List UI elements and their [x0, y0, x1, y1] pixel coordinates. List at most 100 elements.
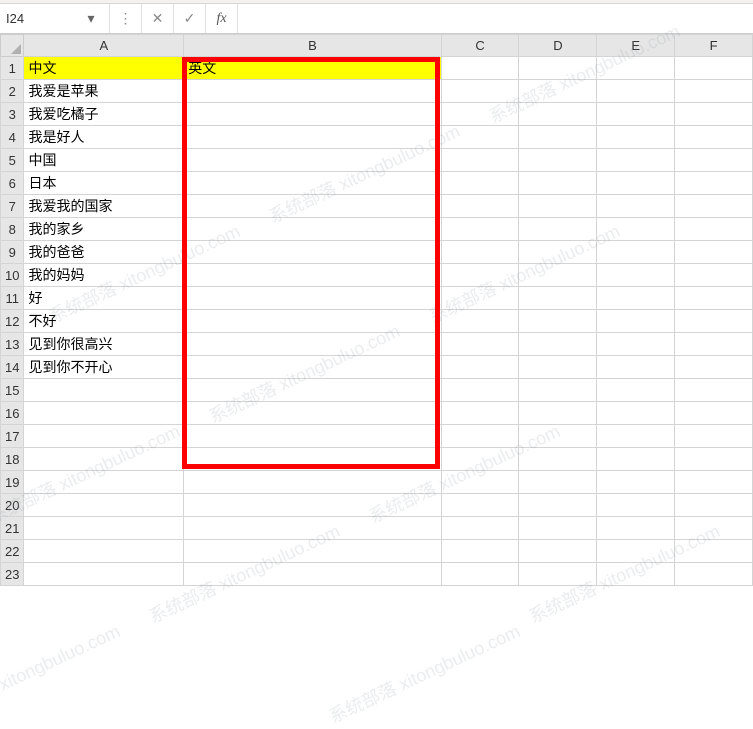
row-header-22[interactable]: 22 — [1, 540, 24, 563]
cell-A12[interactable]: 不好 — [24, 310, 184, 333]
cell-D2[interactable] — [519, 80, 597, 103]
spreadsheet-grid[interactable]: ABCDEF 1中文英文2我爱是苹果3我爱吃橘子4我是好人5中国6日本7我爱我的… — [0, 34, 753, 586]
cell-F15[interactable] — [675, 379, 753, 402]
cell-C17[interactable] — [441, 425, 519, 448]
cell-B11[interactable] — [184, 287, 441, 310]
column-header-C[interactable]: C — [441, 35, 519, 57]
cell-B3[interactable] — [184, 103, 441, 126]
cell-D7[interactable] — [519, 195, 597, 218]
cell-D9[interactable] — [519, 241, 597, 264]
cell-B8[interactable] — [184, 218, 441, 241]
row-header-14[interactable]: 14 — [1, 356, 24, 379]
cell-D23[interactable] — [519, 563, 597, 586]
cell-C11[interactable] — [441, 287, 519, 310]
cell-F6[interactable] — [675, 172, 753, 195]
cell-A15[interactable] — [24, 379, 184, 402]
row-header-7[interactable]: 7 — [1, 195, 24, 218]
cell-B22[interactable] — [184, 540, 441, 563]
cell-C3[interactable] — [441, 103, 519, 126]
cell-A16[interactable] — [24, 402, 184, 425]
row-header-19[interactable]: 19 — [1, 471, 24, 494]
cell-C7[interactable] — [441, 195, 519, 218]
cell-C6[interactable] — [441, 172, 519, 195]
cell-E6[interactable] — [597, 172, 675, 195]
cell-B12[interactable] — [184, 310, 441, 333]
cell-D11[interactable] — [519, 287, 597, 310]
cell-A22[interactable] — [24, 540, 184, 563]
cell-E17[interactable] — [597, 425, 675, 448]
cell-F14[interactable] — [675, 356, 753, 379]
cell-E7[interactable] — [597, 195, 675, 218]
cell-F3[interactable] — [675, 103, 753, 126]
name-box-input[interactable] — [6, 11, 84, 26]
cell-E12[interactable] — [597, 310, 675, 333]
cell-A20[interactable] — [24, 494, 184, 517]
cell-E21[interactable] — [597, 517, 675, 540]
cell-D21[interactable] — [519, 517, 597, 540]
cell-D18[interactable] — [519, 448, 597, 471]
cell-B21[interactable] — [184, 517, 441, 540]
column-header-E[interactable]: E — [597, 35, 675, 57]
cell-D3[interactable] — [519, 103, 597, 126]
cell-A13[interactable]: 见到你很高兴 — [24, 333, 184, 356]
cell-A4[interactable]: 我是好人 — [24, 126, 184, 149]
cell-D12[interactable] — [519, 310, 597, 333]
cell-B19[interactable] — [184, 471, 441, 494]
cell-A2[interactable]: 我爱是苹果 — [24, 80, 184, 103]
cell-A11[interactable]: 好 — [24, 287, 184, 310]
row-header-3[interactable]: 3 — [1, 103, 24, 126]
cell-E15[interactable] — [597, 379, 675, 402]
cell-F22[interactable] — [675, 540, 753, 563]
cell-F4[interactable] — [675, 126, 753, 149]
cell-F11[interactable] — [675, 287, 753, 310]
cell-B10[interactable] — [184, 264, 441, 287]
row-header-1[interactable]: 1 — [1, 57, 24, 80]
cell-B23[interactable] — [184, 563, 441, 586]
row-header-13[interactable]: 13 — [1, 333, 24, 356]
row-header-8[interactable]: 8 — [1, 218, 24, 241]
row-header-5[interactable]: 5 — [1, 149, 24, 172]
cell-A6[interactable]: 日本 — [24, 172, 184, 195]
cell-C16[interactable] — [441, 402, 519, 425]
cell-E1[interactable] — [597, 57, 675, 80]
cell-D10[interactable] — [519, 264, 597, 287]
cell-D20[interactable] — [519, 494, 597, 517]
cell-D5[interactable] — [519, 149, 597, 172]
cell-A18[interactable] — [24, 448, 184, 471]
cell-C8[interactable] — [441, 218, 519, 241]
cell-E8[interactable] — [597, 218, 675, 241]
cell-F7[interactable] — [675, 195, 753, 218]
cell-D15[interactable] — [519, 379, 597, 402]
cell-C15[interactable] — [441, 379, 519, 402]
cell-A19[interactable] — [24, 471, 184, 494]
cell-B20[interactable] — [184, 494, 441, 517]
cell-B5[interactable] — [184, 149, 441, 172]
cell-B16[interactable] — [184, 402, 441, 425]
cell-C21[interactable] — [441, 517, 519, 540]
cell-B18[interactable] — [184, 448, 441, 471]
cell-E19[interactable] — [597, 471, 675, 494]
cell-E13[interactable] — [597, 333, 675, 356]
cell-A10[interactable]: 我的妈妈 — [24, 264, 184, 287]
cell-D4[interactable] — [519, 126, 597, 149]
cell-F20[interactable] — [675, 494, 753, 517]
cell-E18[interactable] — [597, 448, 675, 471]
cell-E2[interactable] — [597, 80, 675, 103]
cell-A14[interactable]: 见到你不开心 — [24, 356, 184, 379]
cell-B14[interactable] — [184, 356, 441, 379]
row-header-15[interactable]: 15 — [1, 379, 24, 402]
cell-F23[interactable] — [675, 563, 753, 586]
cell-B7[interactable] — [184, 195, 441, 218]
cell-F13[interactable] — [675, 333, 753, 356]
cell-C2[interactable] — [441, 80, 519, 103]
cell-A17[interactable] — [24, 425, 184, 448]
cell-C5[interactable] — [441, 149, 519, 172]
cell-D19[interactable] — [519, 471, 597, 494]
row-header-11[interactable]: 11 — [1, 287, 24, 310]
cancel-icon[interactable]: ✕ — [142, 4, 174, 33]
cell-F2[interactable] — [675, 80, 753, 103]
cell-C22[interactable] — [441, 540, 519, 563]
cell-F5[interactable] — [675, 149, 753, 172]
cell-A9[interactable]: 我的爸爸 — [24, 241, 184, 264]
cell-E22[interactable] — [597, 540, 675, 563]
